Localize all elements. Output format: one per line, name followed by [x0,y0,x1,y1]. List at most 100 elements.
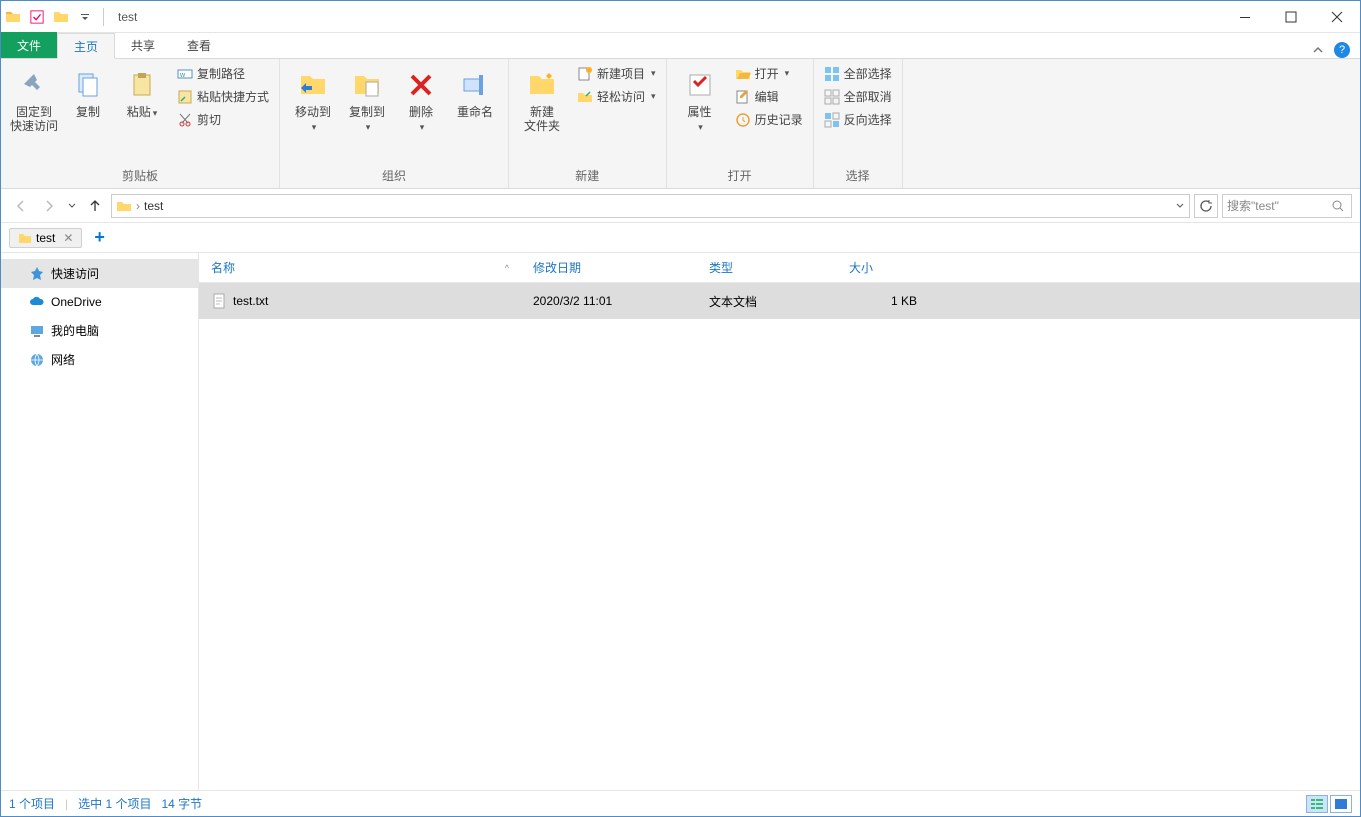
qat-dropdown[interactable] [75,7,95,27]
cut-button[interactable]: 剪切 [173,109,273,130]
group-clipboard: 固定到 快速访问 复制 粘贴▾ w复制路径 粘贴快捷方式 剪切 剪贴板 [1,59,280,188]
ribbon: 固定到 快速访问 复制 粘贴▾ w复制路径 粘贴快捷方式 剪切 剪贴板 移动到▾ [1,59,1360,189]
path-icon: w [177,66,193,82]
tab-home[interactable]: 主页 [57,33,115,59]
easy-access-icon [577,89,593,105]
sidebar: 快速访问 OneDrive 我的电脑 网络 [1,253,199,790]
select-all-icon [824,66,840,82]
tab-share[interactable]: 共享 [115,32,171,58]
tab-file[interactable]: 文件 [1,32,57,58]
paste-button[interactable]: 粘贴▾ [115,63,169,121]
column-date[interactable]: 修改日期 [521,253,697,282]
view-large-icons-button[interactable] [1330,795,1352,813]
folder-icon [18,231,32,245]
group-organize: 移动到▾ 复制到▾ 删除▾ 重命名 组织 [280,59,509,188]
open-button[interactable]: 打开▾ [731,63,807,84]
address-dropdown-icon[interactable] [1175,201,1185,211]
rename-button[interactable]: 重命名 [448,63,502,121]
file-date: 2020/3/2 11:01 [521,294,697,308]
edit-icon [735,89,751,105]
search-icon [1331,199,1345,213]
column-size[interactable]: 大小 [837,253,929,282]
new-item-icon [577,66,593,82]
copy-button[interactable]: 复制 [61,63,115,121]
easy-access-button[interactable]: 轻松访问▾ [573,86,660,107]
help-icon[interactable]: ? [1334,42,1350,58]
file-list: 名称^ 修改日期 类型 大小 test.txt 2020/3/2 11:01 文… [199,253,1360,790]
file-row[interactable]: test.txt 2020/3/2 11:01 文本文档 1 KB [199,283,1360,319]
invert-selection-button[interactable]: 反向选择 [820,109,896,130]
search-placeholder: 搜索"test" [1227,197,1279,214]
pc-icon [29,323,45,339]
back-button[interactable] [9,194,33,218]
folder-icon [116,198,132,214]
star-icon [29,266,45,282]
refresh-button[interactable] [1194,194,1218,218]
pin-quick-access-button[interactable]: 固定到 快速访问 [7,63,61,136]
breadcrumb[interactable]: test [144,199,163,213]
view-details-button[interactable] [1306,795,1328,813]
file-type: 文本文档 [697,293,837,310]
column-type[interactable]: 类型 [697,253,837,282]
group-label-clipboard: 剪贴板 [7,165,273,186]
save-icon[interactable] [27,7,47,27]
window-title: test [118,10,137,24]
sidebar-item-onedrive[interactable]: OneDrive [1,288,198,316]
close-tab-icon[interactable]: ✕ [63,231,73,245]
group-open: 属性▾ 打开▾ 编辑 历史记录 打开 [667,59,814,188]
navigation-bar: › test 搜索"test" [1,189,1360,223]
tab-view[interactable]: 查看 [171,32,227,58]
folder-tabs: test ✕ + [1,223,1360,253]
search-input[interactable]: 搜索"test" [1222,194,1352,218]
collapse-ribbon-icon[interactable] [1312,44,1324,56]
sidebar-item-network[interactable]: 网络 [1,345,198,374]
shortcut-icon [177,89,193,105]
status-selected: 选中 1 个项目 [78,795,151,812]
open-icon [735,66,751,82]
new-folder-button[interactable]: 新建 文件夹 [515,63,569,136]
delete-button[interactable]: 删除▾ [394,63,448,136]
status-bar: 1 个项目 | 选中 1 个项目 14 字节 [1,790,1360,816]
select-all-button[interactable]: 全部选择 [820,63,896,84]
network-icon [29,352,45,368]
paste-shortcut-button[interactable]: 粘贴快捷方式 [173,86,273,107]
select-none-button[interactable]: 全部取消 [820,86,896,107]
add-tab-button[interactable]: + [88,227,111,248]
column-headers: 名称^ 修改日期 类型 大小 [199,253,1360,283]
column-name[interactable]: 名称^ [199,253,521,282]
status-item-count: 1 个项目 [9,795,55,812]
ribbon-tabs: 文件 主页 共享 查看 ? [1,33,1360,59]
edit-button[interactable]: 编辑 [731,86,807,107]
maximize-button[interactable] [1268,1,1314,33]
divider [103,8,104,26]
new-item-button[interactable]: 新建项目▾ [573,63,660,84]
sidebar-item-this-pc[interactable]: 我的电脑 [1,316,198,345]
group-new: 新建 文件夹 新建项目▾ 轻松访问▾ 新建 [509,59,667,188]
copy-to-button[interactable]: 复制到▾ [340,63,394,136]
folder-icon-2 [51,7,71,27]
folder-icon [3,7,23,27]
group-label-new: 新建 [515,165,660,186]
folder-tab-label: test [36,231,55,245]
group-label-organize: 组织 [286,165,502,186]
address-bar[interactable]: › test [111,194,1190,218]
file-name: test.txt [233,294,268,308]
forward-button[interactable] [37,194,61,218]
text-file-icon [211,293,227,309]
scissors-icon [177,112,193,128]
copy-path-button[interactable]: w复制路径 [173,63,273,84]
up-button[interactable] [83,194,107,218]
minimize-button[interactable] [1222,1,1268,33]
select-none-icon [824,89,840,105]
close-button[interactable] [1314,1,1360,33]
status-bytes: 14 字节 [161,795,202,812]
move-to-button[interactable]: 移动到▾ [286,63,340,136]
history-button[interactable]: 历史记录 [731,109,807,130]
group-label-select: 选择 [820,165,896,186]
recent-dropdown[interactable] [65,194,79,218]
sidebar-item-quick-access[interactable]: 快速访问 [1,259,198,288]
history-icon [735,112,751,128]
file-size: 1 KB [837,294,929,308]
folder-tab[interactable]: test ✕ [9,228,82,248]
properties-button[interactable]: 属性▾ [673,63,727,136]
